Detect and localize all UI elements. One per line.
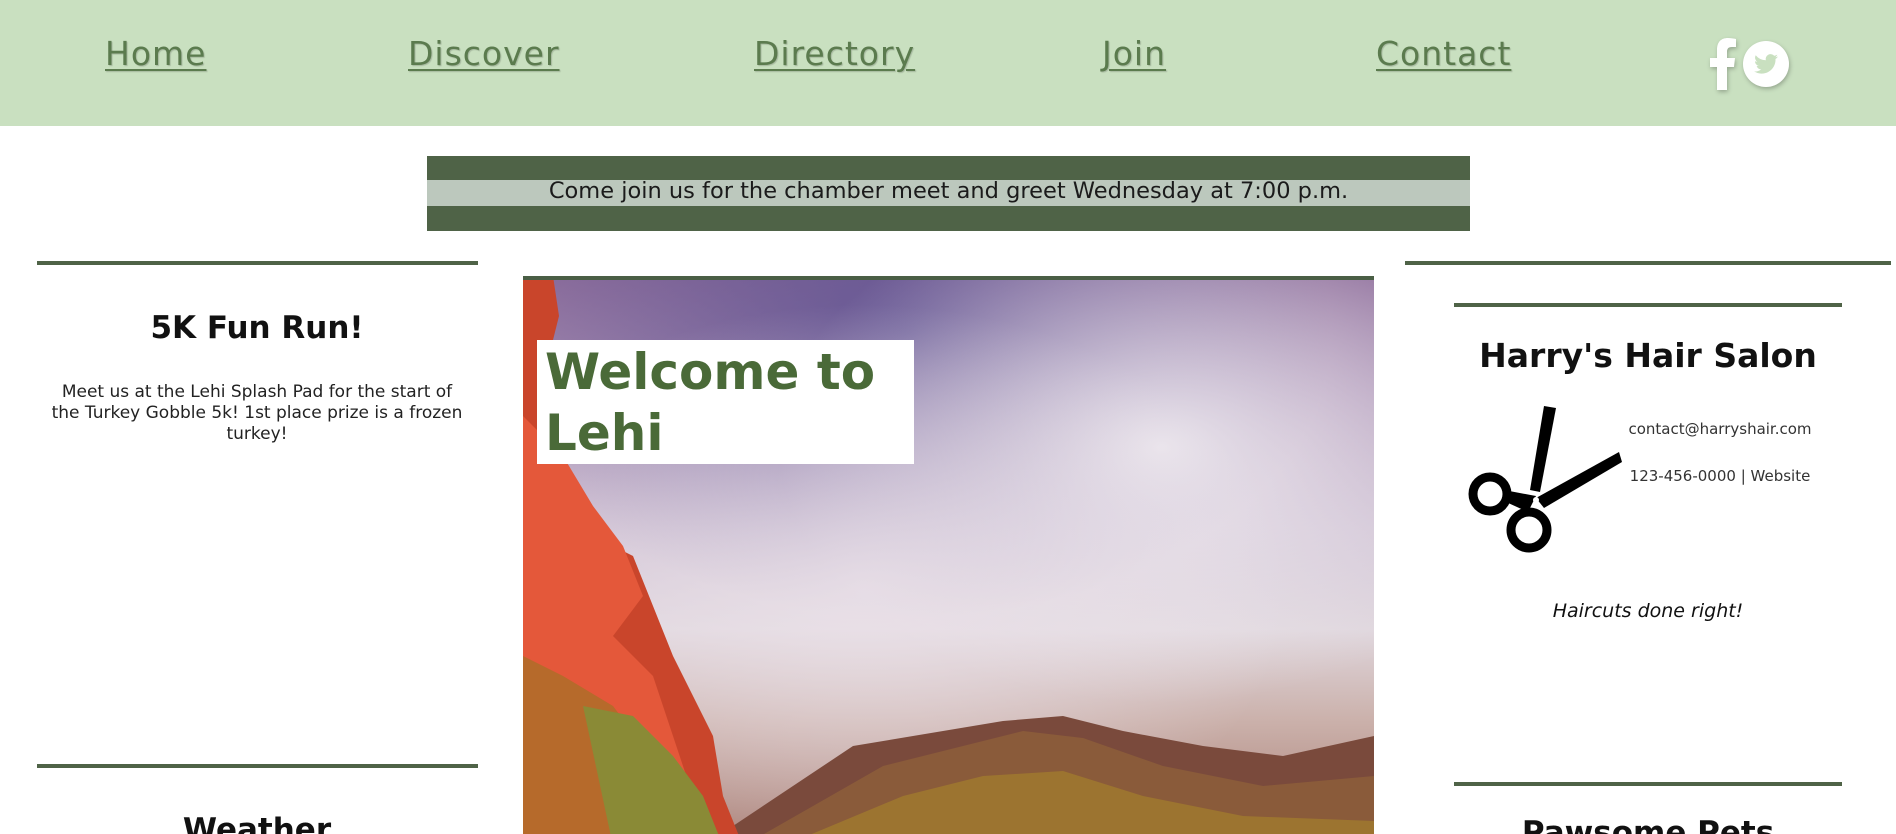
weather-title: Weather bbox=[182, 812, 332, 834]
divider-rule bbox=[37, 764, 478, 768]
business-name: Harry's Hair Salon bbox=[1479, 336, 1817, 375]
facebook-icon[interactable] bbox=[1710, 38, 1736, 90]
divider-rule bbox=[1405, 261, 1891, 265]
divider-rule bbox=[37, 261, 478, 265]
nav-link-contact[interactable]: Contact bbox=[1376, 34, 1511, 73]
welcome-heading: Welcome to Lehi bbox=[545, 343, 876, 462]
divider-rule bbox=[1454, 303, 1842, 307]
hero-image: Welcome to Lehi bbox=[523, 276, 1374, 834]
nav-link-discover[interactable]: Discover bbox=[408, 34, 560, 73]
scissors-icon bbox=[1464, 404, 1624, 560]
top-nav: Home Discover Directory Join Contact bbox=[0, 0, 1896, 126]
twitter-icon[interactable] bbox=[1742, 40, 1790, 88]
announcement-banner: Come join us for the chamber meet and gr… bbox=[427, 156, 1470, 231]
next-business-name: Pawsome Pets bbox=[1521, 815, 1775, 834]
nav-link-home[interactable]: Home bbox=[105, 34, 206, 73]
nav-link-directory[interactable]: Directory bbox=[754, 34, 915, 73]
contact-email[interactable]: contact@harryshair.com bbox=[1620, 420, 1820, 438]
welcome-box: Welcome to Lehi bbox=[537, 340, 914, 464]
nav-link-join[interactable]: Join bbox=[1102, 34, 1166, 73]
business-tagline: Haircuts done right! bbox=[1552, 600, 1744, 622]
contact-phone-website[interactable]: 123-456-0000 | Website bbox=[1620, 467, 1820, 485]
event-title: 5K Fun Run! bbox=[150, 310, 364, 346]
event-description: Meet us at the Lehi Splash Pad for the s… bbox=[51, 382, 463, 444]
social-links bbox=[1710, 36, 1790, 92]
hero-top-border bbox=[523, 276, 1374, 280]
banner-text: Come join us for the chamber meet and gr… bbox=[548, 178, 1349, 204]
divider-rule bbox=[1454, 782, 1842, 786]
